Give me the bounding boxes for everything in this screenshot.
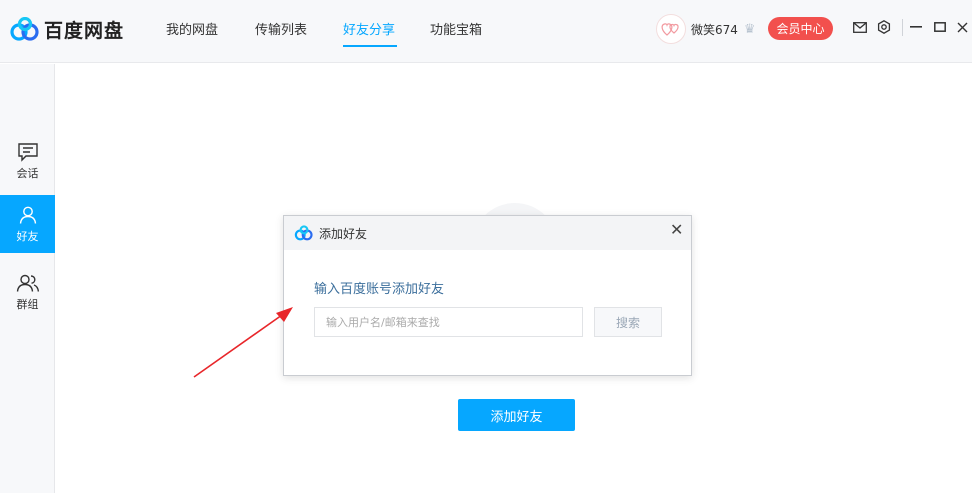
header-divider — [902, 19, 903, 36]
baidu-netdisk-logo-icon — [294, 225, 313, 241]
add-friend-dialog: 添加好友 ✕ 输入百度账号添加好友 输入用户名/邮箱来查找 搜索 — [283, 215, 692, 376]
settings-icon[interactable] — [876, 19, 892, 35]
dialog-heading: 输入百度账号添加好友 — [314, 282, 445, 297]
baidu-netdisk-logo-icon — [10, 17, 39, 41]
add-friend-button[interactable]: 添加好友 — [458, 399, 575, 431]
sidebar-item-chat[interactable]: 会话 — [0, 132, 55, 190]
top-bar: 百度网盘 我的网盘 传输列表 好友分享 功能宝箱 微笑674 ♛ 会员中心 — [0, 0, 972, 63]
heart-avatar-icon — [661, 23, 679, 36]
group-icon — [16, 274, 39, 292]
sidebar-item-label: 群组 — [16, 297, 39, 311]
nav-my-netdisk[interactable]: 我的网盘 — [166, 19, 218, 38]
avatar[interactable] — [656, 14, 686, 44]
user-icon — [19, 206, 36, 224]
nav-toolbox[interactable]: 功能宝箱 — [430, 19, 482, 38]
nav-friend-share[interactable]: 好友分享 — [343, 19, 395, 38]
sidebar-item-label: 会话 — [16, 166, 39, 180]
minimize-icon[interactable] — [908, 19, 924, 35]
close-window-icon[interactable] — [954, 19, 970, 35]
nav-active-indicator — [343, 45, 397, 47]
close-icon[interactable]: ✕ — [670, 220, 683, 239]
dialog-title: 添加好友 — [319, 227, 368, 241]
nav-transfer-list[interactable]: 传输列表 — [255, 19, 307, 38]
username: 微笑674 — [691, 22, 738, 37]
maximize-icon[interactable] — [932, 19, 948, 35]
sidebar-item-friends[interactable]: 好友 — [0, 195, 55, 253]
search-button[interactable]: 搜索 — [594, 307, 662, 337]
sidebar-item-label: 好友 — [16, 229, 39, 243]
mail-icon[interactable] — [852, 19, 868, 35]
app-logo[interactable]: 百度网盘 — [9, 14, 124, 44]
sidebar: 会话 好友 群组 — [0, 64, 55, 493]
chat-icon — [17, 142, 38, 162]
username-search-input[interactable]: 输入用户名/邮箱来查找 — [314, 307, 583, 337]
vip-center-button[interactable]: 会员中心 — [768, 17, 833, 40]
sidebar-item-groups[interactable]: 群组 — [0, 263, 55, 321]
dialog-header: 添加好友 ✕ — [284, 216, 691, 250]
crown-icon: ♛ — [743, 21, 756, 37]
user-profile[interactable]: 微笑674 ♛ — [656, 14, 756, 44]
app-name: 百度网盘 — [44, 19, 125, 42]
